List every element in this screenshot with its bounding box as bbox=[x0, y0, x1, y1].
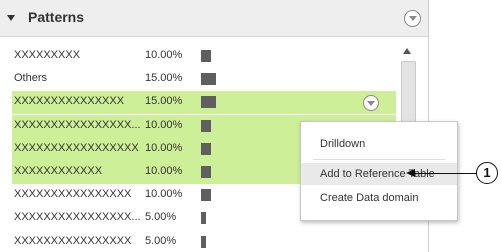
menu-item-label: Create Data domain bbox=[320, 192, 419, 204]
percentage-bar bbox=[201, 212, 206, 225]
pattern-percentage: 10.00% bbox=[145, 188, 183, 201]
pattern-label: XXXXXXXXXXXXXXXX bbox=[14, 234, 132, 247]
pattern-percentage: 5.00% bbox=[145, 211, 177, 224]
pattern-label: XXXXXXXXXXXXXXXX... bbox=[14, 118, 141, 131]
row-menu-chevron-icon[interactable] bbox=[363, 95, 379, 112]
percentage-bar bbox=[201, 73, 216, 86]
pattern-row[interactable]: XXXXXXXXXXXXXXX 15.00% bbox=[12, 91, 396, 115]
menu-item-create-data-domain[interactable]: Create Data domain bbox=[301, 187, 457, 209]
pattern-label: Others bbox=[14, 72, 48, 85]
pattern-label: XXXXXXXXX bbox=[14, 49, 81, 61]
menu-item-label: Add to Reference Table bbox=[320, 168, 435, 180]
panel-title: Patterns bbox=[28, 9, 85, 25]
context-menu: Drilldown Add to Reference Table Create … bbox=[300, 121, 458, 221]
menu-item-add-to-reference-table[interactable]: Add to Reference Table bbox=[301, 163, 457, 185]
pattern-percentage: 5.00% bbox=[145, 234, 177, 247]
percentage-bar bbox=[201, 235, 206, 248]
pattern-label: XXXXXXXXXXXXXXX bbox=[14, 95, 125, 108]
pattern-row[interactable]: Others 15.00% bbox=[12, 68, 396, 91]
callout-arrowhead-icon bbox=[406, 169, 415, 177]
pattern-label: XXXXXXXXXXXX bbox=[14, 165, 103, 177]
pattern-percentage: 10.00% bbox=[145, 165, 183, 177]
percentage-bar bbox=[201, 189, 211, 202]
percentage-bar bbox=[201, 96, 216, 109]
panel-header[interactable]: Patterns bbox=[0, 0, 428, 37]
collapse-triangle-icon[interactable] bbox=[7, 15, 15, 21]
menu-separator bbox=[313, 159, 445, 160]
percentage-bar bbox=[201, 50, 211, 62]
pattern-percentage: 15.00% bbox=[145, 95, 183, 108]
scroll-up-arrow-icon[interactable] bbox=[403, 48, 411, 54]
pattern-row[interactable]: XXXXXXXXX 10.00% bbox=[12, 45, 396, 68]
pattern-percentage: 10.00% bbox=[145, 118, 183, 131]
pattern-label: XXXXXXXXXXXXXXXXX bbox=[14, 141, 139, 154]
menu-item-drilldown[interactable]: Drilldown bbox=[301, 133, 457, 155]
percentage-bar bbox=[201, 142, 211, 155]
panel-menu-chevron-icon[interactable] bbox=[404, 10, 421, 27]
callout-number-badge: 1 bbox=[476, 162, 498, 184]
pattern-percentage: 10.00% bbox=[145, 49, 183, 61]
pattern-percentage: 15.00% bbox=[145, 72, 183, 85]
pattern-percentage: 10.00% bbox=[145, 141, 183, 154]
menu-item-label: Drilldown bbox=[320, 138, 366, 150]
pattern-label: XXXXXXXXXXXXXXXX bbox=[14, 188, 132, 201]
percentage-bar bbox=[201, 166, 211, 178]
callout-line bbox=[414, 173, 477, 174]
pattern-row[interactable]: XXXXXXXXXXXXXXXX 5.00% bbox=[12, 231, 396, 252]
pattern-label: XXXXXXXXXXXXXXXX... bbox=[14, 211, 141, 224]
percentage-bar bbox=[201, 119, 211, 132]
